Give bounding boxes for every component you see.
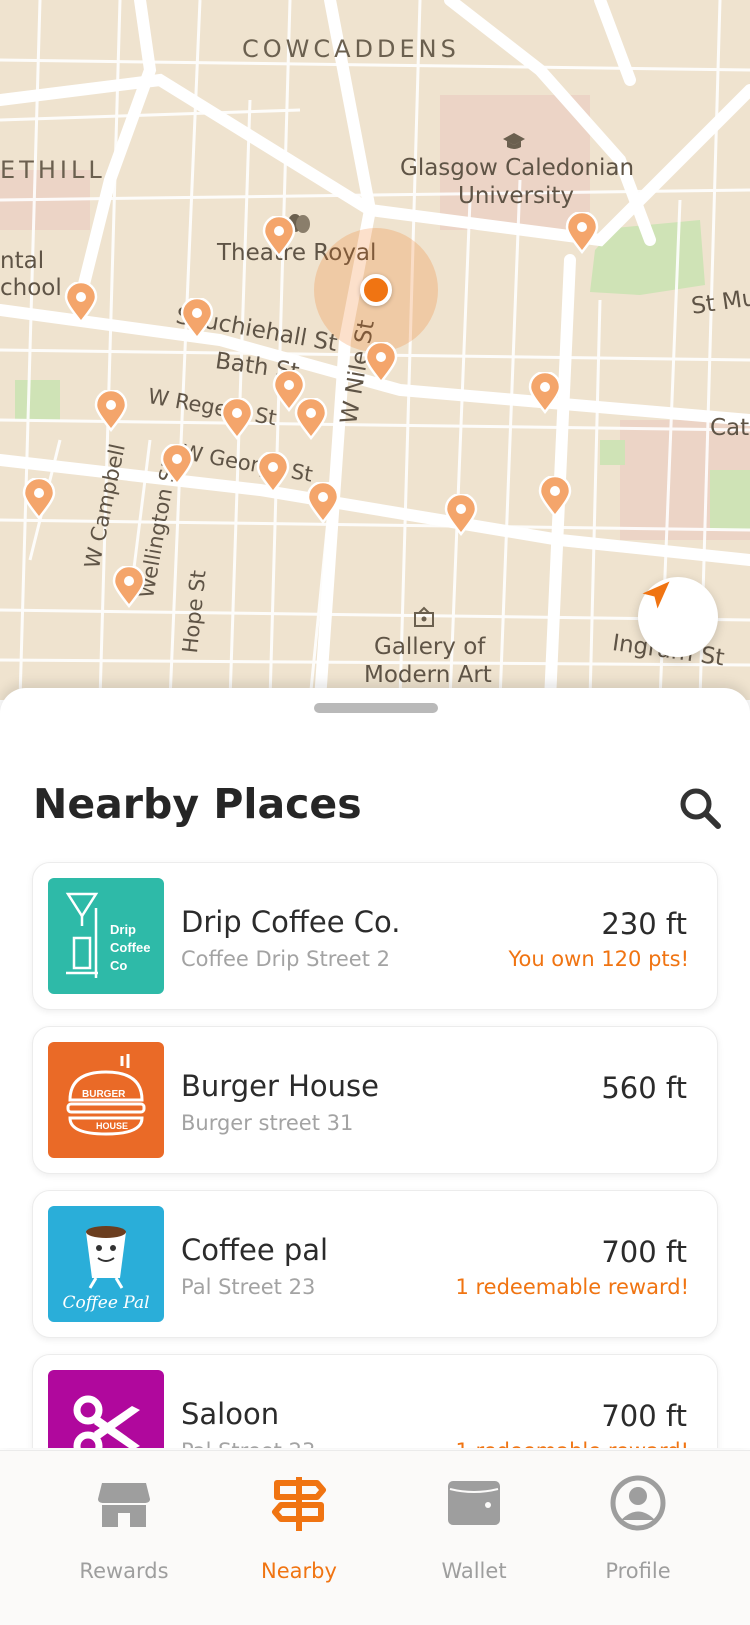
map-pin-icon[interactable] — [94, 390, 128, 432]
tab-label: Profile — [605, 1559, 671, 1583]
gallery-icon — [414, 606, 434, 627]
burger-house-logo: BURGER HOUSE — [48, 1042, 164, 1158]
map-label-school: chool — [0, 275, 62, 301]
map-label-gallery: Modern Art — [364, 662, 492, 688]
logo-text: Coffee Pal — [62, 1293, 149, 1313]
map-label-university: University — [458, 183, 575, 209]
signpost-icon — [272, 1477, 326, 1531]
sheet-title: Nearby Places — [33, 780, 362, 828]
map-pin-icon[interactable] — [22, 478, 56, 520]
tab-profile[interactable]: Profile — [563, 1451, 713, 1591]
tab-label: Nearby — [261, 1559, 337, 1583]
place-reward-note: 1 redeemable reward! — [455, 1439, 689, 1448]
place-card-burger-house[interactable]: BURGER HOUSE Burger House Burger street … — [32, 1026, 718, 1174]
drip-coffee-logo: Drip Coffee Co — [48, 878, 164, 994]
map-pin-icon[interactable] — [64, 282, 98, 324]
burger-icon: BURGER HOUSE — [66, 1054, 146, 1136]
profile-icon — [610, 1475, 666, 1531]
map-pin-icon[interactable] — [220, 398, 254, 440]
map-pin-icon[interactable] — [112, 566, 146, 608]
place-name: Drip Coffee Co. — [181, 905, 401, 939]
graduation-cap-icon — [503, 133, 525, 149]
place-points-note: You own 120 pts! — [508, 947, 689, 971]
map-pin-icon[interactable] — [364, 342, 398, 384]
map-pin-icon[interactable] — [444, 494, 478, 536]
coffee-cup-mascot-icon: Coffee Pal — [62, 1226, 150, 1313]
tab-rewards[interactable]: Rewards — [49, 1451, 199, 1591]
place-name: Burger House — [181, 1069, 379, 1103]
tab-label: Wallet — [441, 1559, 507, 1583]
navigation-arrow-icon — [642, 581, 670, 609]
map-label-area: COWCADDENS — [242, 35, 460, 63]
map-pin-icon[interactable] — [294, 398, 328, 440]
map-pin-icon[interactable] — [538, 476, 572, 518]
place-address: Pal Street 23 — [181, 1275, 316, 1299]
locate-me-button[interactable] — [638, 577, 718, 657]
place-distance: 560 ft — [601, 1071, 687, 1105]
map-pin-icon[interactable] — [160, 444, 194, 486]
saloon-logo — [48, 1370, 164, 1448]
place-distance: 700 ft — [601, 1235, 687, 1269]
logo-text: Coffee — [110, 940, 150, 955]
store-icon — [98, 1483, 150, 1527]
place-reward-note: 1 redeemable reward! — [455, 1275, 689, 1299]
place-card-saloon[interactable]: Saloon Pal Street 23 700 ft 1 redeemable… — [32, 1354, 718, 1448]
place-address: Burger street 31 — [181, 1111, 354, 1135]
tab-label: Rewards — [79, 1559, 169, 1583]
logo-text: HOUSE — [96, 1121, 128, 1131]
place-card-drip-coffee[interactable]: Drip Coffee Co Drip Coffee Co. Coffee Dr… — [32, 862, 718, 1010]
map-label-street: Cath — [710, 415, 750, 441]
map-pin-icon[interactable] — [262, 216, 296, 258]
nearby-places-sheet: Nearby Places Drip Coffee Co Drip Coffee… — [0, 688, 750, 1448]
coffee-pal-logo: Coffee Pal — [48, 1206, 164, 1322]
map-label-school: ntal — [0, 248, 45, 274]
logo-text: Drip — [110, 922, 136, 937]
search-icon[interactable] — [676, 784, 724, 832]
place-address: Coffee Drip Street 2 — [181, 947, 390, 971]
place-distance: 700 ft — [601, 1399, 687, 1433]
place-distance: 230 ft — [601, 907, 687, 941]
sheet-drag-handle[interactable] — [314, 703, 438, 713]
map-pin-icon[interactable] — [306, 482, 340, 524]
place-name: Coffee pal — [181, 1233, 329, 1267]
map-label-gallery: Gallery of — [374, 634, 486, 660]
map-pin-icon[interactable] — [180, 298, 214, 340]
logo-text: BURGER — [82, 1089, 126, 1100]
map-view[interactable]: COWCADDENS ETHILL Glasgow Caledonian Uni… — [0, 0, 750, 700]
map-pin-icon[interactable] — [528, 372, 562, 414]
wallet-icon — [448, 1481, 500, 1525]
scissors-icon — [73, 1395, 140, 1448]
map-label-university: Glasgow Caledonian — [400, 155, 635, 181]
place-address: Pal Street 23 — [181, 1439, 315, 1448]
map-pin-icon[interactable] — [256, 452, 290, 494]
map-pin-icon[interactable] — [565, 212, 599, 254]
drip-coffee-icon: Drip Coffee Co — [65, 892, 150, 978]
bottom-tab-bar: Rewards Nearby Wallet Profile — [0, 1450, 750, 1625]
tab-wallet[interactable]: Wallet — [399, 1451, 549, 1591]
place-name: Saloon — [181, 1397, 280, 1431]
tab-nearby[interactable]: Nearby — [224, 1451, 374, 1591]
logo-text: Co — [110, 958, 127, 973]
current-location-dot — [360, 274, 392, 306]
map-label-area: ETHILL — [0, 156, 106, 184]
place-card-coffee-pal[interactable]: Coffee Pal Coffee pal Pal Street 23 700 … — [32, 1190, 718, 1338]
